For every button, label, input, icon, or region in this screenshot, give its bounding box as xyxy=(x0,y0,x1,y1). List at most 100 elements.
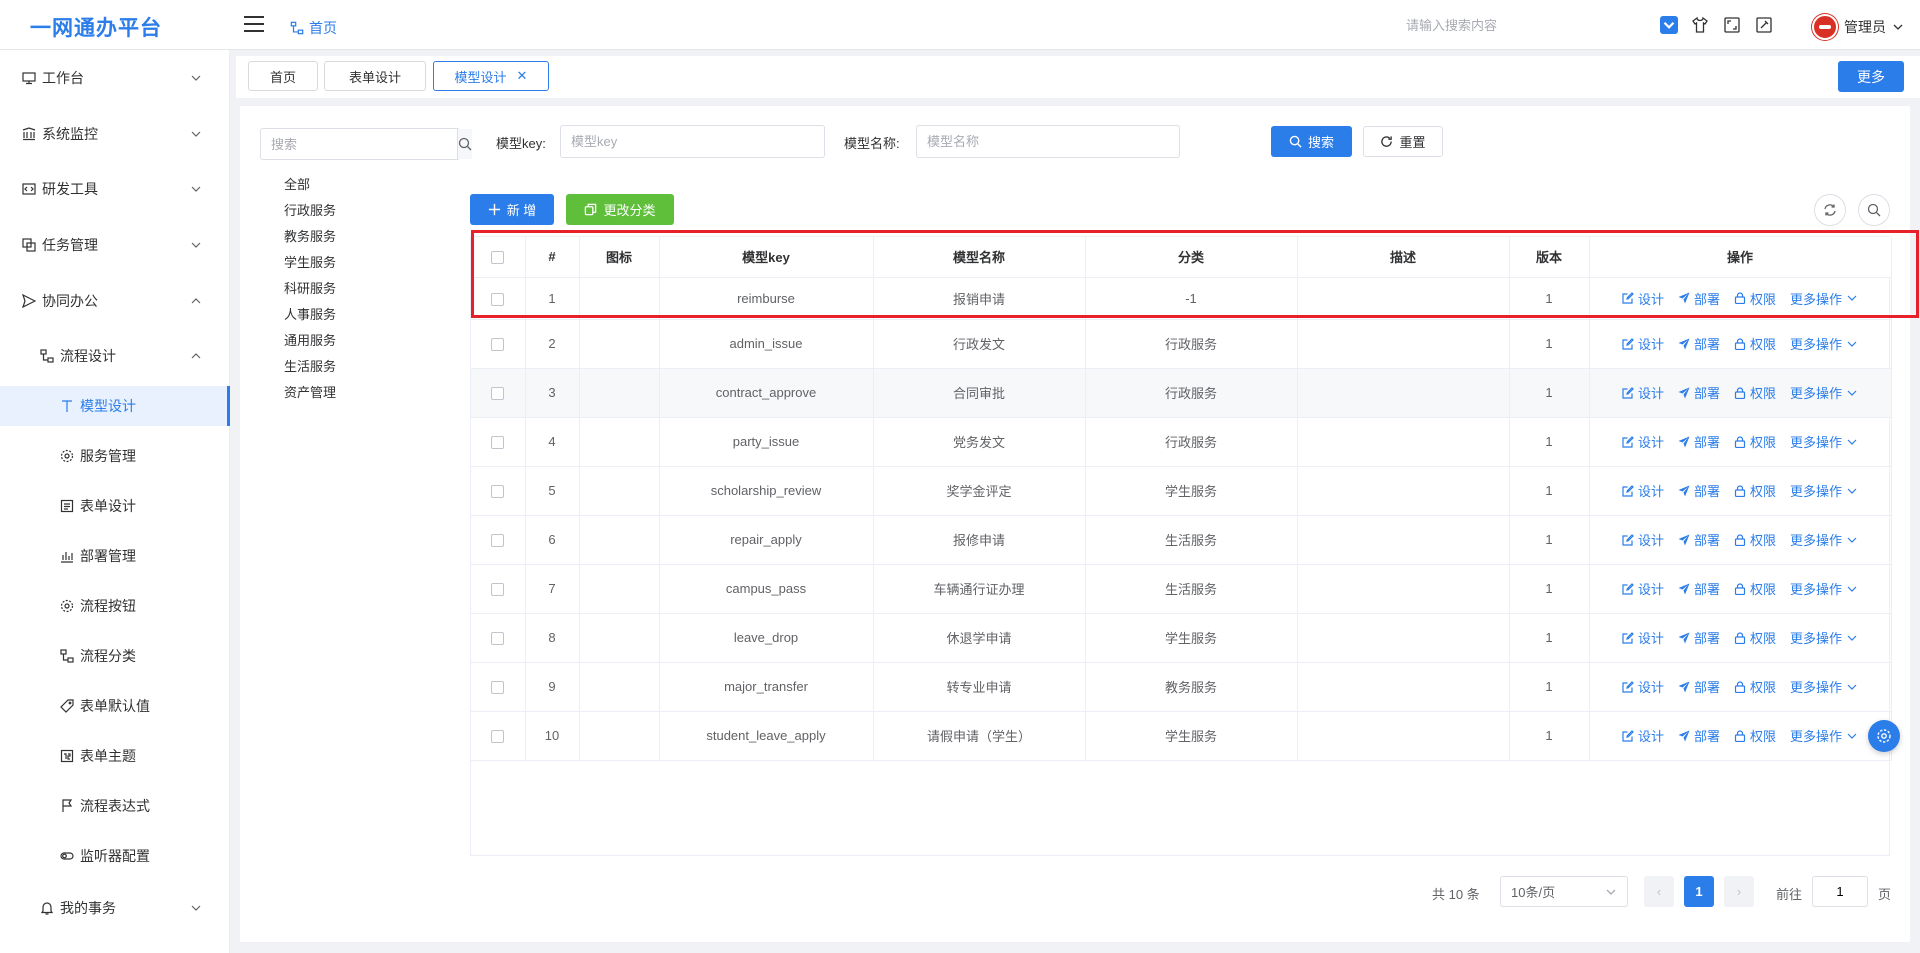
more-actions-dropdown[interactable]: 更多操作 xyxy=(1790,334,1858,353)
deploy-button[interactable]: 部署 xyxy=(1678,530,1720,549)
row-checkbox[interactable] xyxy=(491,292,505,306)
row-checkbox[interactable] xyxy=(491,632,505,646)
design-button[interactable]: 设计 xyxy=(1622,334,1664,353)
floating-settings-button[interactable] xyxy=(1868,720,1900,752)
sidebar-item-flow-buttons[interactable]: 流程按钮 xyxy=(0,586,230,626)
more-actions-dropdown[interactable]: 更多操作 xyxy=(1790,726,1858,745)
design-button[interactable]: 设计 xyxy=(1622,579,1664,598)
more-actions-dropdown[interactable]: 更多操作 xyxy=(1790,530,1858,549)
design-button[interactable]: 设计 xyxy=(1622,289,1664,308)
deploy-button[interactable]: 部署 xyxy=(1678,289,1720,308)
sidebar-item-flow-design[interactable]: 流程设计 xyxy=(0,336,230,376)
global-search-input[interactable] xyxy=(1400,10,1630,40)
sidebar-item-my-affairs[interactable]: 我的事务 xyxy=(0,888,230,928)
deploy-button[interactable]: 部署 xyxy=(1678,677,1720,696)
prev-page-button[interactable]: ‹ xyxy=(1644,876,1674,907)
deploy-button[interactable]: 部署 xyxy=(1678,432,1720,451)
tree-item[interactable]: 通用服务 xyxy=(284,330,336,349)
sidebar-item-flow-category[interactable]: 流程分类 xyxy=(0,636,230,676)
permission-button[interactable]: 权限 xyxy=(1734,726,1776,745)
add-button[interactable]: 新 增 xyxy=(470,194,554,225)
design-button[interactable]: 设计 xyxy=(1622,481,1664,500)
page-size-select[interactable]: 10条/页 xyxy=(1500,876,1628,907)
model-key-input[interactable] xyxy=(560,125,825,158)
row-checkbox[interactable] xyxy=(491,387,505,401)
tree-item[interactable]: 生活服务 xyxy=(284,356,336,375)
row-checkbox[interactable] xyxy=(491,485,505,499)
row-checkbox[interactable] xyxy=(491,681,505,695)
tree-item[interactable]: 资产管理 xyxy=(284,382,336,401)
sidebar-item-workbench[interactable]: 工作台 xyxy=(0,58,230,98)
permission-button[interactable]: 权限 xyxy=(1734,628,1776,647)
tree-item[interactable]: 学生服务 xyxy=(284,252,336,271)
more-actions-dropdown[interactable]: 更多操作 xyxy=(1790,432,1858,451)
design-button[interactable]: 设计 xyxy=(1622,530,1664,549)
tree-item[interactable]: 全部 xyxy=(284,174,310,193)
deploy-button[interactable]: 部署 xyxy=(1678,579,1720,598)
design-button[interactable]: 设计 xyxy=(1622,628,1664,647)
more-actions-dropdown[interactable]: 更多操作 xyxy=(1790,383,1858,402)
permission-button[interactable]: 权限 xyxy=(1734,481,1776,500)
permission-button[interactable]: 权限 xyxy=(1734,334,1776,353)
sidebar-item-deploy-mgmt[interactable]: 部署管理 xyxy=(0,536,230,576)
model-name-input[interactable] xyxy=(916,125,1180,158)
row-checkbox[interactable] xyxy=(491,730,505,744)
toggle-search-button[interactable] xyxy=(1858,194,1890,226)
deploy-button[interactable]: 部署 xyxy=(1678,726,1720,745)
permission-button[interactable]: 权限 xyxy=(1734,530,1776,549)
sidebar-item-form-theme[interactable]: 表单主题 xyxy=(0,736,230,776)
design-button[interactable]: 设计 xyxy=(1622,677,1664,696)
deploy-button[interactable]: 部署 xyxy=(1678,383,1720,402)
sidebar-item-devtools[interactable]: 研发工具 xyxy=(0,169,230,209)
row-checkbox[interactable] xyxy=(491,436,505,450)
sidebar-item-flow-expression[interactable]: 流程表达式 xyxy=(0,786,230,826)
breadcrumb[interactable]: 首页 xyxy=(290,18,337,38)
permission-button[interactable]: 权限 xyxy=(1734,383,1776,402)
more-actions-dropdown[interactable]: 更多操作 xyxy=(1790,481,1858,500)
close-icon[interactable]: ✕ xyxy=(517,68,528,84)
sidebar-item-service-mgmt[interactable]: 服务管理 xyxy=(0,436,230,476)
sidebar-item-model-design[interactable]: 模型设计 xyxy=(0,386,230,426)
breadcrumb-home[interactable]: 首页 xyxy=(309,18,337,38)
tab-home[interactable]: 首页 xyxy=(248,61,318,91)
goto-page-input[interactable] xyxy=(1812,876,1868,907)
design-button[interactable]: 设计 xyxy=(1622,726,1664,745)
menu-toggle-icon[interactable] xyxy=(244,16,264,32)
deploy-button[interactable]: 部署 xyxy=(1678,334,1720,353)
sidebar-item-collab[interactable]: 协同办公 xyxy=(0,281,230,321)
row-checkbox[interactable] xyxy=(491,338,505,352)
search-button[interactable]: 搜索 xyxy=(1271,126,1352,157)
sidebar-item-listener-config[interactable]: 监听器配置 xyxy=(0,836,230,876)
change-category-button[interactable]: 更改分类 xyxy=(566,194,674,225)
next-page-button[interactable]: › xyxy=(1724,876,1754,907)
permission-button[interactable]: 权限 xyxy=(1734,677,1776,696)
tab-model-design[interactable]: 模型设计 ✕ xyxy=(433,61,549,91)
sidebar-item-form-design[interactable]: 表单设计 xyxy=(0,486,230,526)
permission-button[interactable]: 权限 xyxy=(1734,289,1776,308)
user-menu[interactable]: 管理员 xyxy=(1812,14,1904,40)
permission-button[interactable]: 权限 xyxy=(1734,432,1776,451)
search-icon[interactable] xyxy=(457,129,472,159)
permission-button[interactable]: 权限 xyxy=(1734,579,1776,598)
tree-item[interactable]: 教务服务 xyxy=(284,226,336,245)
more-actions-dropdown[interactable]: 更多操作 xyxy=(1790,289,1858,308)
tree-item[interactable]: 行政服务 xyxy=(284,200,336,219)
settings-tool-icon[interactable] xyxy=(1754,15,1774,35)
sidebar-item-monitor[interactable]: 系统监控 xyxy=(0,114,230,154)
reset-button[interactable]: 重置 xyxy=(1363,126,1443,157)
checkbox-icon[interactable] xyxy=(1660,16,1678,34)
fullscreen-icon[interactable] xyxy=(1722,15,1742,35)
shirt-icon[interactable] xyxy=(1690,15,1710,35)
more-actions-dropdown[interactable]: 更多操作 xyxy=(1790,628,1858,647)
page-number[interactable]: 1 xyxy=(1684,876,1714,907)
tab-form-design[interactable]: 表单设计 xyxy=(324,61,426,91)
more-actions-dropdown[interactable]: 更多操作 xyxy=(1790,579,1858,598)
sidebar-item-tasks[interactable]: 任务管理 xyxy=(0,225,230,265)
tree-item[interactable]: 人事服务 xyxy=(284,304,336,323)
tree-search-input[interactable] xyxy=(261,129,457,159)
design-button[interactable]: 设计 xyxy=(1622,432,1664,451)
more-actions-dropdown[interactable]: 更多操作 xyxy=(1790,677,1858,696)
tree-item[interactable]: 科研服务 xyxy=(284,278,336,297)
sidebar-item-form-default[interactable]: 表单默认值 xyxy=(0,686,230,726)
design-button[interactable]: 设计 xyxy=(1622,383,1664,402)
